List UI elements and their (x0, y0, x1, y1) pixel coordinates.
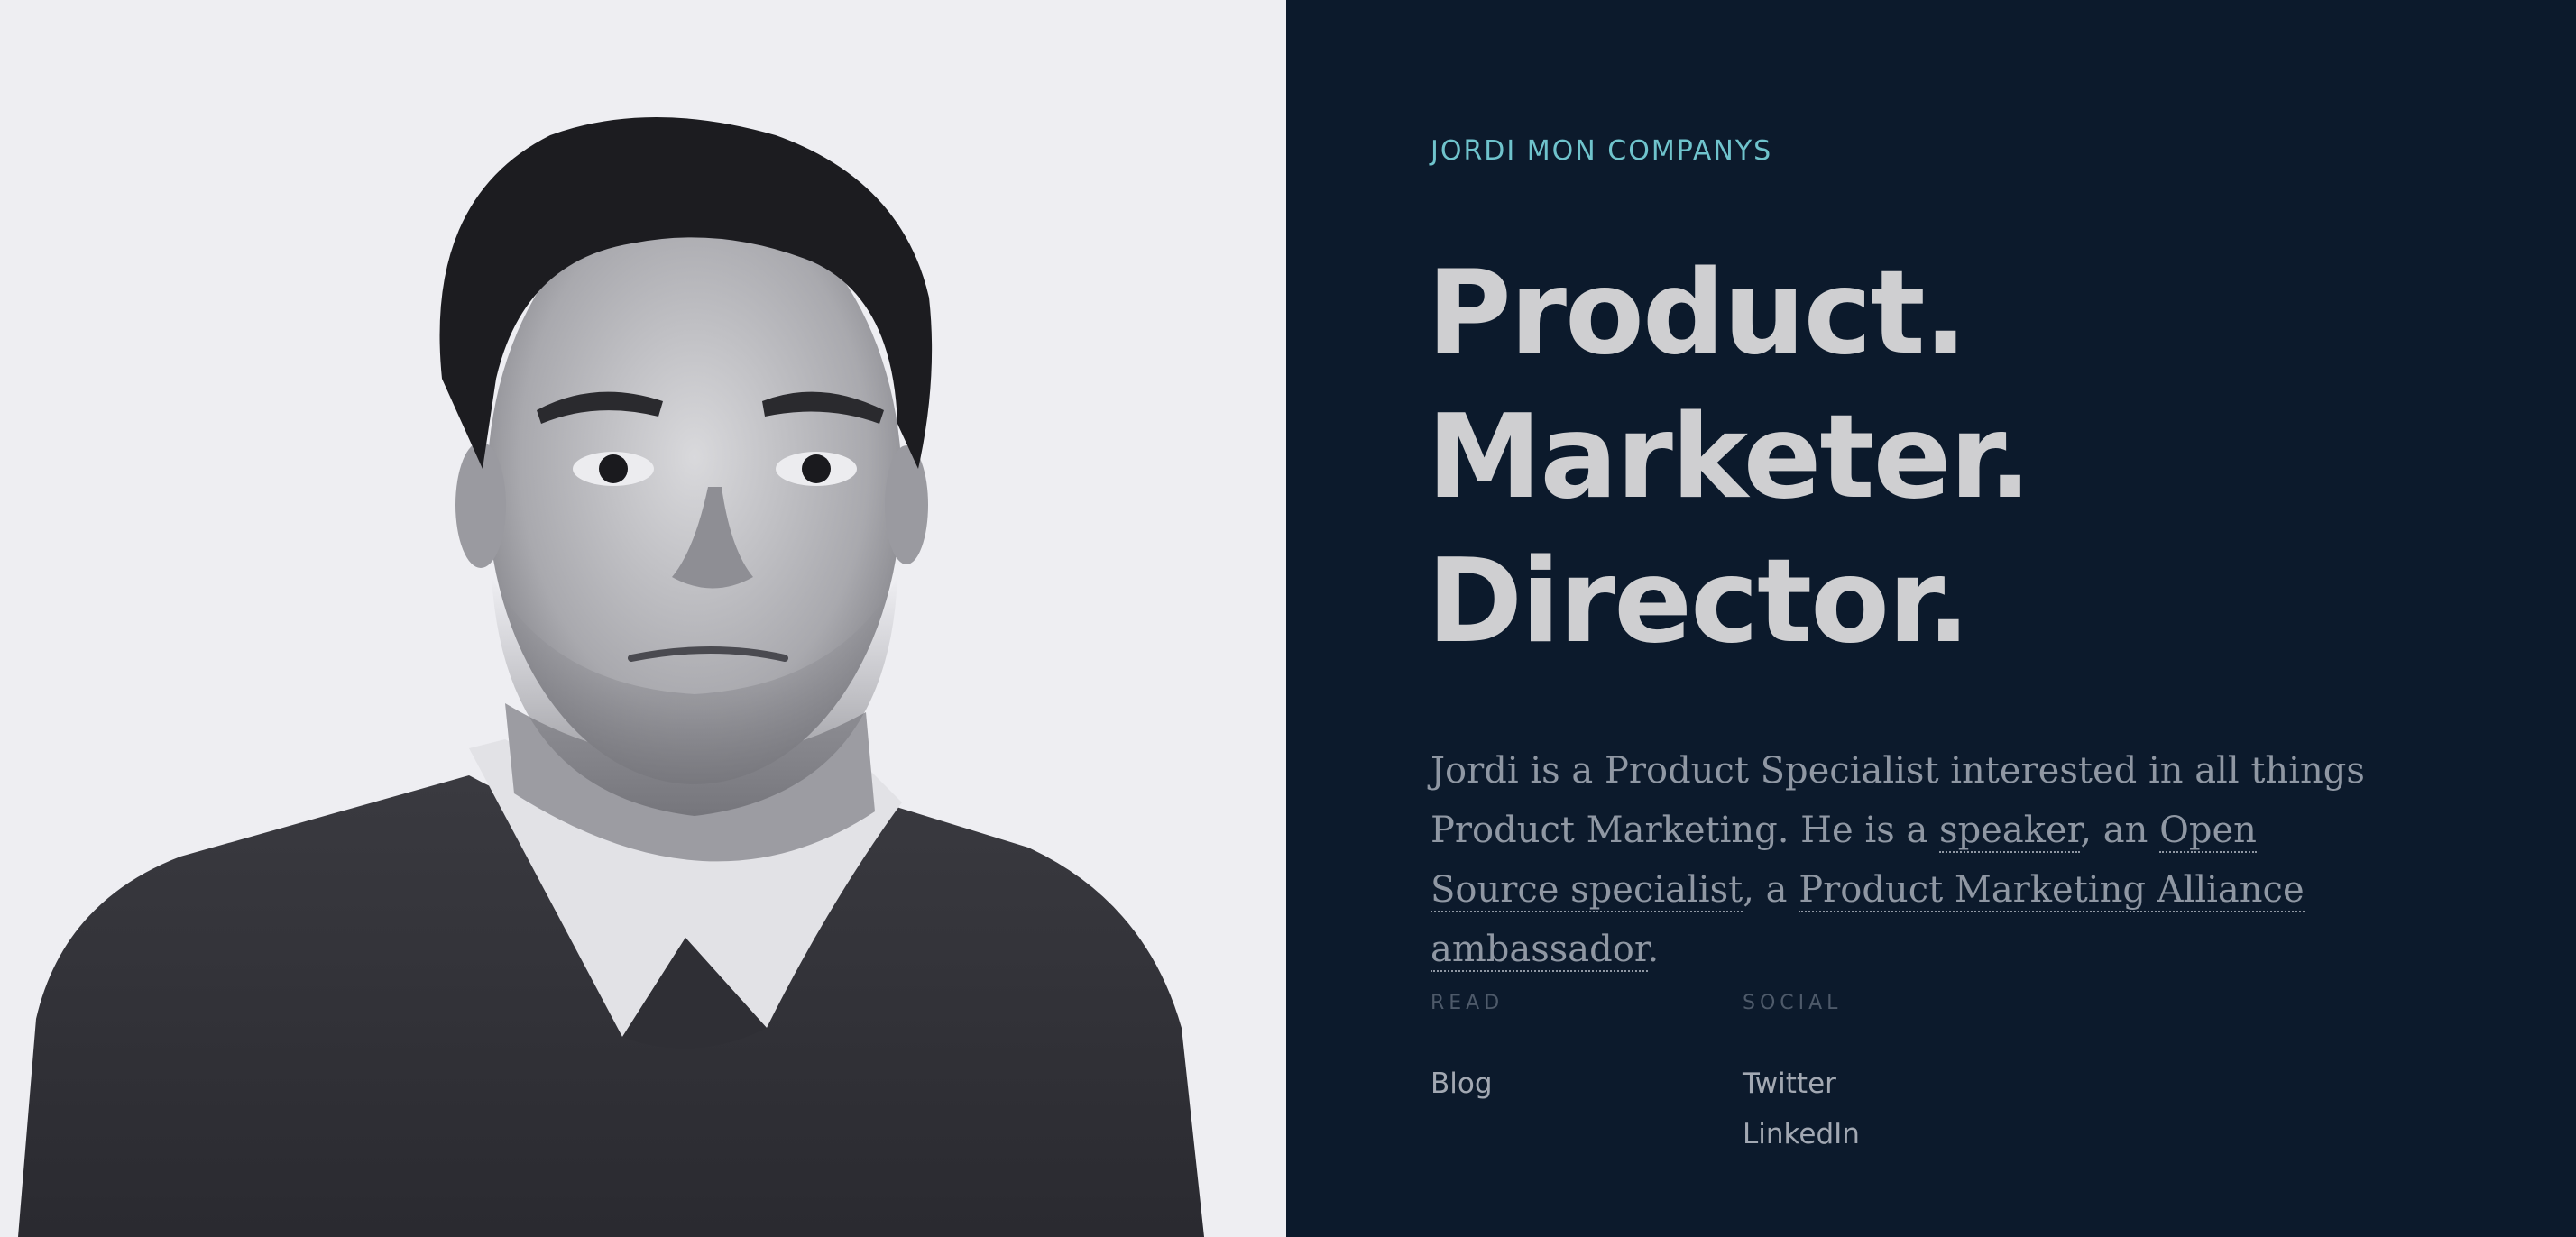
speaker-link[interactable]: speaker (1939, 810, 2081, 853)
linkedin-link[interactable]: LinkedIn (1743, 1118, 1860, 1150)
site-brand[interactable]: JORDI MON COMPANYS (1431, 135, 1772, 167)
headline-line-product: Product. (1427, 246, 1967, 380)
portrait-illustration (18, 117, 1204, 1237)
read-section-label: READ (1431, 992, 1504, 1014)
bio-paragraph: Jordi is a Product Specialist interested… (1431, 741, 2387, 979)
bio-text: . (1647, 929, 1660, 970)
page: JORDI MON COMPANYS Product. Marketer. Di… (0, 0, 2576, 1237)
intro-panel: JORDI MON COMPANYS Product. Marketer. Di… (1286, 0, 2576, 1237)
bio-text: , a (1743, 869, 1799, 911)
headline-line-marketer: Marketer. (1427, 390, 2032, 525)
headline: Product. Marketer. Director. (1427, 242, 2032, 674)
blog-link[interactable]: Blog (1431, 1067, 1493, 1100)
headline-line-director: Director. (1427, 535, 1971, 669)
twitter-link[interactable]: Twitter (1743, 1067, 1836, 1100)
portrait-photo (0, 0, 1286, 1237)
bio-text: , an (2080, 810, 2160, 851)
social-section-label: SOCIAL (1743, 992, 1843, 1014)
